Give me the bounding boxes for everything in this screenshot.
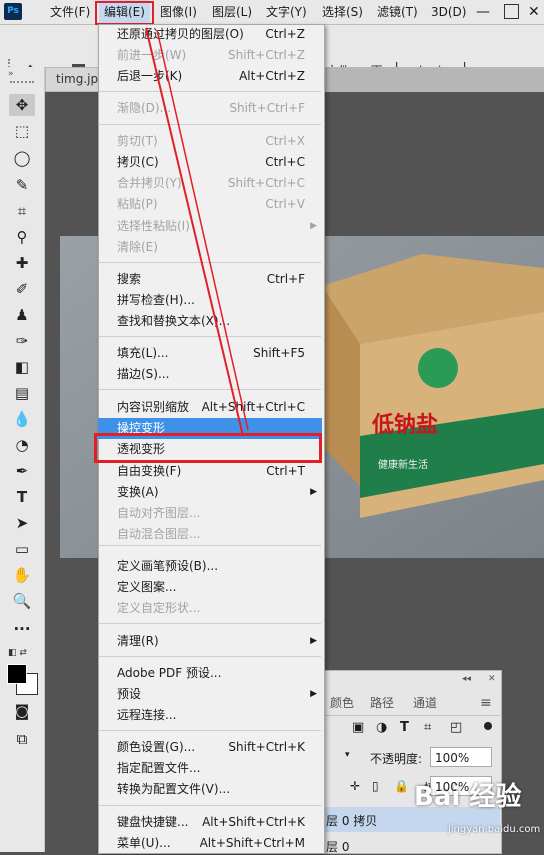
baidu-watermark-url: jingyan.baidu.com [448,824,541,835]
baidu-watermark: Bai 经验 [414,782,522,812]
annotation-arrow [145,27,249,437]
